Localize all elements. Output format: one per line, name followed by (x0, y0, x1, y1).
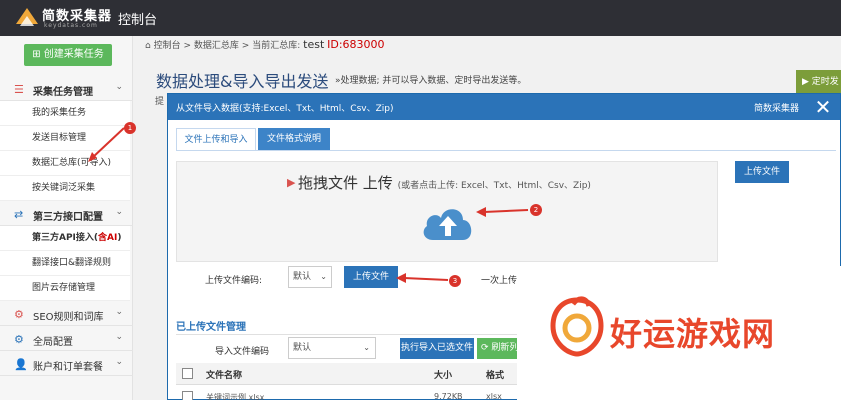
sidebar-group-label: SEO规则和词库 (33, 312, 104, 323)
close-icon[interactable]: ✕ (812, 94, 834, 120)
logo-subtext: keydatas.com (44, 22, 98, 29)
timer-send-button[interactable]: ▶ 定时发 (796, 70, 841, 94)
sidebar-group-label: 采集任务管理 (33, 87, 93, 98)
chevron-down-icon: ⌄ (115, 357, 123, 367)
swap-icon: ⇄ (14, 208, 24, 221)
sidebar-group-account[interactable]: 👤 账户和订单套餐 ⌄ (0, 351, 133, 376)
sidebar-item-my-tasks[interactable]: 我的采集任务 (0, 101, 130, 126)
gear-icon: ⚙ (14, 333, 24, 346)
sidebar-item-send-targets[interactable]: 发送目标管理 (0, 126, 130, 151)
plus-icon: ⊞ (32, 49, 41, 60)
sidebar-group-global[interactable]: ⚙ 全局配置 ⌄ (0, 326, 133, 351)
refresh-label: 刷新列 (491, 343, 519, 353)
play-icon: ▶ (802, 77, 809, 87)
cloud-upload-icon[interactable] (419, 200, 477, 244)
sidebar-group-label: 账户和订单套餐 (33, 362, 103, 373)
dropzone-title: 拖拽文件 上传 (298, 174, 393, 192)
breadcrumb-current-name: test (303, 38, 325, 51)
watermark-logo-icon (550, 296, 604, 357)
annotation-badge-2: 2 (530, 204, 542, 216)
once-upload-label: 一次上传 (481, 276, 518, 286)
sidebar-item-translate[interactable]: 翻译接口&翻译规则 (0, 251, 130, 276)
sidebar-group-task[interactable]: ☰ 采集任务管理 ⌄ (0, 76, 133, 101)
dropzone-hint: (或者点击上传: Excel、Txt、Html、Csv、Zip) (397, 181, 591, 191)
sidebar-group-seo[interactable]: ⚙ SEO规则和词库 ⌄ (0, 301, 133, 326)
dropzone-label: 拖拽文件 上传 (或者点击上传: Excel、Txt、Html、Csv、Zip) (298, 172, 591, 193)
uploaded-files-title: 已上传文件管理 (176, 322, 246, 333)
sidebar-item-third-party-api[interactable]: 第三方API接入(含AI) (0, 226, 130, 251)
breadcrumb-separator: > (183, 41, 192, 51)
sidebar-group-api[interactable]: ⇄ 第三方接口配置 ⌄ (0, 201, 133, 226)
home-icon: ⌂ (145, 41, 151, 51)
chevron-down-icon: ⌄ (363, 343, 370, 352)
timer-send-label: 定时发 (811, 77, 839, 87)
sidebar-group-label: 全局配置 (33, 337, 73, 348)
table-row[interactable]: 关键词示例.xlsx 9.72KB xlsx (176, 386, 518, 400)
breadcrumb: ⌂ 控制台 > 数据汇总库 > 当前汇总库: test ID:683000 (145, 38, 385, 51)
execute-import-button[interactable]: 执行导入已选文件 (400, 338, 474, 359)
column-header-size: 大小 (434, 371, 453, 381)
section-divider (176, 334, 518, 335)
chevron-down-icon: ⌄ (115, 307, 123, 317)
logo-icon (16, 8, 38, 26)
import-encoding-value: 默认 (293, 343, 312, 353)
page-title: 数据处理&导入导出发送 (156, 72, 329, 91)
user-icon: 👤 (14, 358, 28, 371)
tab-format-help[interactable]: 文件格式说明 (258, 128, 330, 150)
annotation-badge-3: 3 (449, 275, 461, 287)
sidebar-group-label: 第三方接口配置 (33, 212, 103, 223)
modal-header: 从文件导入数据(支持:Excel、Txt、Html、Csv、Zip) 简数采集器… (168, 94, 840, 120)
sidebar-item-image-storage[interactable]: 图片云存储管理 (0, 276, 130, 301)
tab-divider (176, 150, 836, 151)
page-subtitle: »处理数据; 并可以导入数据、定时导出发送等。 (335, 76, 527, 86)
upload-encoding-value: 默认 (293, 272, 312, 282)
modal-brand: 简数采集器 (754, 104, 800, 114)
list-icon: ☰ (14, 83, 24, 96)
faded-text: 提 (155, 97, 165, 107)
sidebar-item-label: 第三方API接入( (32, 233, 99, 243)
upload-file-button[interactable]: 上传文件 (344, 266, 398, 288)
upload-encoding-select[interactable]: 默认 ⌄ (288, 266, 332, 288)
breadcrumb-current-label: 当前汇总库: (252, 41, 301, 51)
app-title[interactable]: 控制台 (118, 9, 157, 28)
refresh-list-button[interactable]: ⟳ 刷新列 (477, 338, 521, 359)
breadcrumb-data-library[interactable]: 数据汇总库 (194, 41, 239, 51)
create-task-label: 创建采集任务 (43, 49, 104, 60)
top-bar: 简数采集器 keydatas.com 控制台 (0, 0, 841, 36)
chevron-down-icon: ⌄ (320, 272, 327, 281)
breadcrumb-home[interactable]: 控制台 (154, 41, 181, 51)
chevron-down-icon: ⌄ (115, 207, 123, 217)
file-table-header: 文件名称 大小 格式 (176, 363, 518, 385)
caret-right-icon: ▶ (287, 176, 296, 189)
annotation-badge-1: 1 (124, 122, 136, 134)
row-format: xlsx (486, 392, 502, 400)
import-encoding-label: 导入文件编码 (215, 347, 270, 357)
breadcrumb-id: ID:683000 (327, 38, 385, 51)
sidebar-item-label-tail: ) (117, 233, 122, 243)
chevron-down-icon: ⌄ (115, 82, 123, 92)
row-checkbox[interactable] (182, 391, 193, 400)
upload-encoding-label: 上传文件编码: (205, 276, 263, 286)
breadcrumb-separator: > (241, 41, 250, 51)
refresh-icon: ⟳ (481, 343, 489, 353)
sidebar-item-keyword-collect[interactable]: 按关键词泛采集 (0, 176, 130, 201)
import-encoding-select[interactable]: 默认 ⌄ (288, 337, 376, 359)
sidebar-item-data-library[interactable]: 数据汇总库(可导入) (0, 151, 130, 176)
file-dropzone[interactable]: ▶ 拖拽文件 上传 (或者点击上传: Excel、Txt、Html、Csv、Zi… (176, 161, 718, 262)
select-all-checkbox[interactable] (182, 368, 193, 379)
tab-upload-import[interactable]: 文件上传和导入 (176, 128, 256, 150)
gears-icon: ⚙ (14, 308, 24, 321)
sidebar: ⊞ 创建采集任务 ☰ 采集任务管理 ⌄ 我的采集任务 发送目标管理 数据汇总库(… (0, 36, 133, 400)
upload-file-button-right[interactable]: 上传文件 (735, 161, 789, 183)
watermark-text: 好运游戏网 (610, 315, 776, 353)
column-header-format: 格式 (486, 371, 505, 381)
chevron-down-icon: ⌄ (115, 332, 123, 342)
column-header-filename: 文件名称 (206, 371, 243, 381)
row-filename: 关键词示例.xlsx (206, 393, 265, 400)
row-size: 9.72KB (434, 392, 463, 400)
ai-tag: 含AI (98, 233, 118, 243)
modal-title: 从文件导入数据(支持:Excel、Txt、Html、Csv、Zip) (176, 104, 394, 114)
create-task-button[interactable]: ⊞ 创建采集任务 (24, 44, 112, 66)
watermark-overlay: 好运游戏网 (517, 266, 841, 400)
